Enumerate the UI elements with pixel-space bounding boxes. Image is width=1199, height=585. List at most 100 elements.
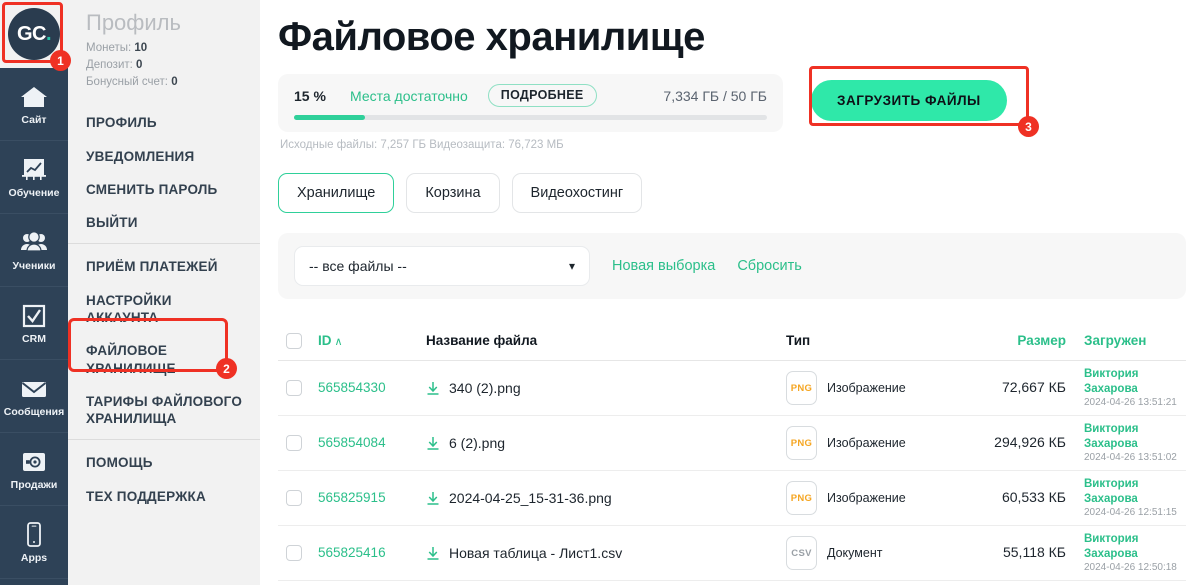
upload-files-button[interactable]: ЗАГРУЗИТЬ ФАЙЛЫ bbox=[811, 80, 1007, 121]
rail-item-messages[interactable]: Сообщения bbox=[0, 360, 68, 433]
file-size: 72,667 КБ bbox=[1001, 379, 1066, 395]
rail-label-apps: Apps bbox=[20, 552, 48, 565]
column-header-type-label: Тип bbox=[786, 333, 811, 348]
file-id-link[interactable]: 565854330 bbox=[318, 380, 386, 395]
rail-item-crm[interactable]: CRM bbox=[0, 287, 68, 360]
sort-asc-icon: ∧ bbox=[334, 335, 343, 348]
sidebar-item-account-settings[interactable]: НАСТРОЙКИ АККАУНТА bbox=[68, 284, 260, 335]
file-filter-value: -- все файлы -- bbox=[309, 258, 407, 274]
file-name[interactable]: 6 (2).png bbox=[449, 435, 505, 451]
select-all-checkbox[interactable] bbox=[286, 332, 302, 349]
new-selection-link[interactable]: Новая выборка bbox=[612, 258, 715, 274]
file-name[interactable]: 2024-04-25_15-31-36.png bbox=[449, 490, 612, 506]
file-type-label: Изображение bbox=[827, 436, 906, 450]
row-select-cell[interactable] bbox=[278, 490, 318, 506]
file-id-link[interactable]: 565854084 bbox=[318, 435, 386, 450]
row-id-cell[interactable]: 565825416 bbox=[318, 544, 426, 562]
row-checkbox[interactable] bbox=[286, 490, 302, 506]
sidebar-item-notifications[interactable]: УВЕДОМЛЕНИЯ bbox=[68, 140, 260, 173]
row-name-cell: 340 (2).png bbox=[426, 380, 786, 396]
file-name[interactable]: Новая таблица - Лист1.csv bbox=[449, 545, 622, 561]
row-checkbox[interactable] bbox=[286, 380, 302, 396]
row-checkbox[interactable] bbox=[286, 435, 302, 451]
tab-storage[interactable]: Хранилище bbox=[278, 173, 395, 213]
storage-progress-track bbox=[294, 115, 767, 120]
table-header-row: ID ∧ Название файла Тип Размер Загружен bbox=[278, 321, 1186, 361]
annotation-bubble-1: 1 bbox=[50, 50, 71, 71]
menu-group-account: ПРОФИЛЬ УВЕДОМЛЕНИЯ СМЕНИТЬ ПАРОЛЬ ВЫЙТИ bbox=[68, 100, 260, 243]
rail-item-education[interactable]: Обучение bbox=[0, 141, 68, 214]
download-icon[interactable] bbox=[426, 546, 440, 561]
row-select-cell[interactable] bbox=[278, 545, 318, 561]
uploader-name[interactable]: Виктория Захарова bbox=[1084, 422, 1186, 452]
rail-item-apps[interactable]: Apps bbox=[0, 506, 68, 579]
row-id-cell[interactable]: 565825915 bbox=[318, 489, 426, 507]
download-icon[interactable] bbox=[426, 381, 440, 396]
file-filter-select[interactable]: -- все файлы -- ▾ bbox=[294, 246, 590, 286]
file-name[interactable]: 340 (2).png bbox=[449, 380, 521, 396]
rail-item-students[interactable]: Ученики bbox=[0, 214, 68, 287]
table-row[interactable]: 565825416 Новая таблица - Лист1.csv CSV … bbox=[278, 526, 1186, 581]
table-row[interactable]: 565854084 6 (2).png PNG Изображение 294,… bbox=[278, 416, 1186, 471]
sidebar-item-logout[interactable]: ВЫЙТИ bbox=[68, 206, 260, 239]
checkbox-check-icon bbox=[19, 301, 49, 331]
column-header-name-label: Название файла bbox=[426, 333, 538, 348]
rail-item-sales[interactable]: Продажи bbox=[0, 433, 68, 506]
storage-quota: 7,334 ГБ / 50 ГБ bbox=[663, 87, 767, 104]
row-select-cell[interactable] bbox=[278, 380, 318, 396]
annotation-bubble-2: 2 bbox=[216, 358, 237, 379]
file-id-link[interactable]: 565825915 bbox=[318, 490, 386, 505]
column-header-size[interactable]: Размер bbox=[956, 332, 1066, 350]
row-id-cell[interactable]: 565854084 bbox=[318, 434, 426, 452]
column-header-id-label: ID bbox=[318, 332, 332, 348]
row-user-cell: Виктория Захарова 2024-04-26 13:51:02 bbox=[1066, 422, 1186, 465]
table-row[interactable]: 565825915 2024-04-25_15-31-36.png PNG Из… bbox=[278, 471, 1186, 526]
sidebar-item-help[interactable]: ПОМОЩЬ bbox=[68, 446, 260, 479]
row-type-cell: PNG Изображение bbox=[786, 481, 956, 515]
filter-bar: -- все файлы -- ▾ Новая выборка Сбросить bbox=[278, 233, 1186, 299]
download-icon[interactable] bbox=[426, 436, 440, 451]
table-row[interactable]: 565854330 340 (2).png PNG Изображение 72… bbox=[278, 361, 1186, 416]
sidebar-item-storage-tariffs[interactable]: ТАРИФЫ ФАЙЛОВОГО ХРАНИЛИЩА bbox=[68, 385, 260, 436]
uploaded-date: 2024-04-26 12:51:15 bbox=[1084, 507, 1177, 519]
tab-trash[interactable]: Корзина bbox=[406, 173, 500, 213]
sidebar-item-change-password[interactable]: СМЕНИТЬ ПАРОЛЬ bbox=[68, 173, 260, 206]
storage-details-button[interactable]: ПОДРОБНЕЕ bbox=[487, 84, 597, 107]
main-content: Файловое хранилище 15 % Места достаточно… bbox=[260, 0, 1199, 585]
upload-button-wrap: ЗАГРУЗИТЬ ФАЙЛЫ bbox=[811, 74, 1007, 121]
row-checkbox[interactable] bbox=[286, 545, 302, 561]
page-title: Файловое хранилище bbox=[278, 15, 705, 59]
app-root: GC. Сайт Обучение Ученики CRM Сообщения … bbox=[0, 0, 1199, 585]
sidebar-item-payments[interactable]: ПРИЁМ ПЛАТЕЖЕЙ bbox=[68, 250, 260, 283]
sidebar-item-support[interactable]: ТЕХ ПОДДЕРЖКА bbox=[68, 480, 260, 513]
storage-usage-card: 15 % Места достаточно ПОДРОБНЕЕ 7,334 ГБ… bbox=[278, 74, 783, 132]
uploader-name[interactable]: Виктория Захарова bbox=[1084, 532, 1186, 562]
profile-stat-deposit-value: 0 bbox=[136, 59, 143, 72]
column-header-uploaded[interactable]: Загружен bbox=[1066, 332, 1186, 350]
reset-link[interactable]: Сбросить bbox=[737, 258, 801, 274]
tab-videohosting[interactable]: Видеохостинг bbox=[511, 173, 643, 213]
column-header-id[interactable]: ID ∧ bbox=[318, 332, 426, 350]
profile-stat-bonus: Бонусный счет: 0 bbox=[86, 74, 260, 91]
icon-rail: GC. Сайт Обучение Ученики CRM Сообщения … bbox=[0, 0, 68, 585]
chevron-down-icon: ▾ bbox=[568, 259, 575, 273]
home-icon bbox=[19, 82, 49, 112]
row-size-cell: 72,667 КБ bbox=[956, 379, 1066, 397]
rail-label-site: Сайт bbox=[21, 114, 47, 127]
column-header-size-label: Размер bbox=[1017, 332, 1066, 348]
download-icon[interactable] bbox=[426, 491, 440, 506]
rail-label-education: Обучение bbox=[8, 187, 60, 200]
uploader-name[interactable]: Виктория Захарова bbox=[1084, 477, 1186, 507]
file-size: 55,118 КБ bbox=[1002, 544, 1066, 560]
row-type-cell: PNG Изображение bbox=[786, 426, 956, 460]
row-id-cell[interactable]: 565854330 bbox=[318, 379, 426, 397]
file-id-link[interactable]: 565825416 bbox=[318, 545, 386, 560]
row-type-cell: CSV Документ bbox=[786, 536, 956, 570]
select-all-cell[interactable] bbox=[278, 332, 318, 349]
uploader-name[interactable]: Виктория Захарова bbox=[1084, 367, 1186, 397]
tab-bar: Хранилище Корзина Видеохостинг bbox=[278, 173, 1199, 213]
sidebar-item-profile[interactable]: ПРОФИЛЬ bbox=[68, 106, 260, 139]
row-select-cell[interactable] bbox=[278, 435, 318, 451]
rail-item-site[interactable]: Сайт bbox=[0, 68, 68, 141]
storage-top-row: 15 % Места достаточно ПОДРОБНЕЕ 7,334 ГБ… bbox=[294, 84, 767, 107]
